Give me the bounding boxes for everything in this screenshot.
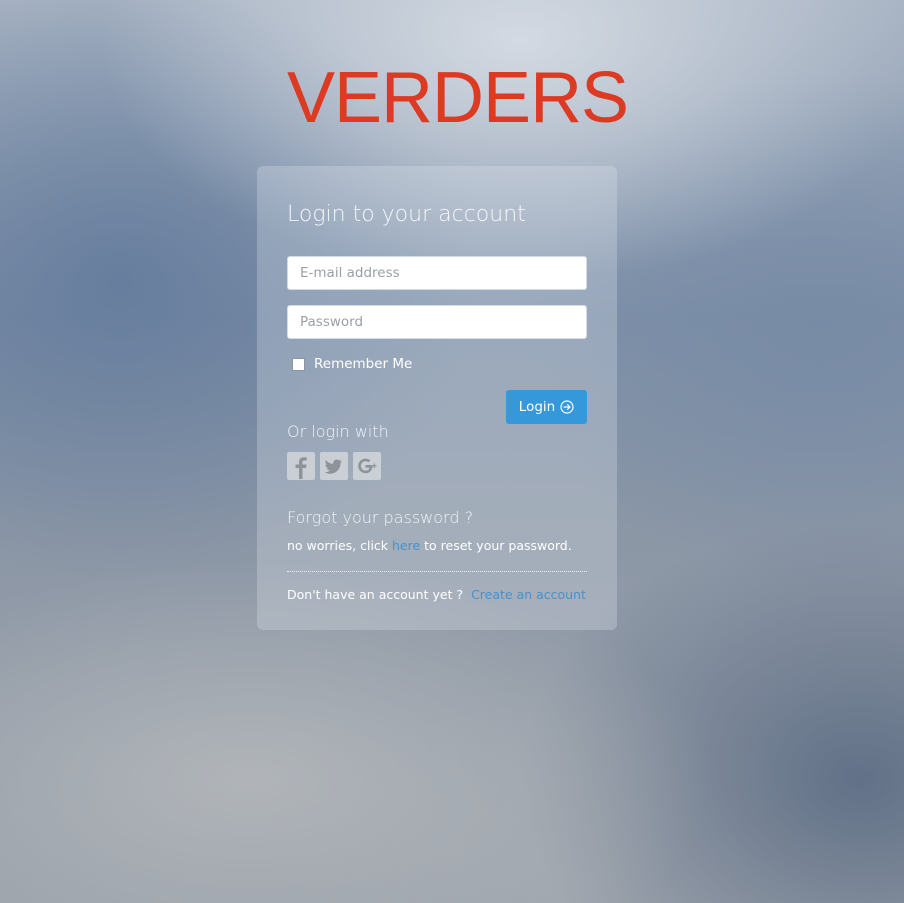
remember-me-row[interactable]: Remember Me xyxy=(292,354,412,374)
forgot-password-heading: Forgot your password ? xyxy=(287,508,474,527)
reset-password-link[interactable]: here xyxy=(392,538,420,553)
login-button[interactable]: Login xyxy=(506,390,587,424)
signup-row: Don't have an account yet ? Create an ac… xyxy=(287,587,586,602)
email-field[interactable] xyxy=(287,256,587,290)
divider xyxy=(287,571,587,572)
social-login-heading: Or login with xyxy=(287,422,389,441)
twitter-icon xyxy=(320,452,348,480)
forgot-text-before: no worries, click xyxy=(287,538,392,553)
create-account-link[interactable]: Create an account xyxy=(471,587,586,602)
signup-prompt: Don't have an account yet ? xyxy=(287,587,464,602)
twitter-login-button[interactable] xyxy=(320,452,348,480)
arrow-circle-right-icon xyxy=(560,400,574,414)
forgot-password-text: no worries, click here to reset your pas… xyxy=(287,538,572,553)
remember-me-label: Remember Me xyxy=(314,356,413,372)
google-plus-login-button[interactable] xyxy=(353,452,381,480)
forgot-text-after: to reset your password. xyxy=(420,538,572,553)
facebook-icon xyxy=(287,452,315,480)
login-button-label: Login xyxy=(518,399,556,415)
password-field[interactable] xyxy=(287,305,587,339)
brand-logo: VERDERS xyxy=(287,58,629,138)
facebook-login-button[interactable] xyxy=(287,452,315,480)
login-card: Login to your account Remember Me Login … xyxy=(257,166,617,630)
login-title: Login to your account xyxy=(287,202,526,227)
remember-me-checkbox[interactable] xyxy=(292,357,305,371)
google-plus-icon xyxy=(353,452,381,480)
